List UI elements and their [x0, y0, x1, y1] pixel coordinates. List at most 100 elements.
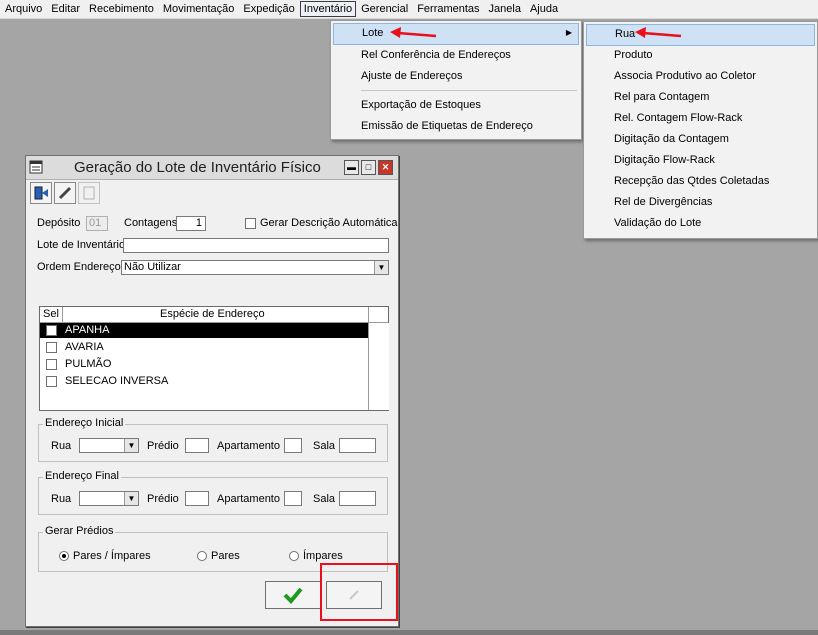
menu-gerencial[interactable]: Gerencial	[357, 1, 412, 17]
grid-row[interactable]: AVARIA	[40, 340, 368, 355]
apartamento-label: Apartamento	[217, 440, 280, 452]
grid-header: Sel Espécie de Endereço	[40, 307, 388, 323]
chevron-down-icon[interactable]: ▼	[124, 492, 138, 505]
minimize-button[interactable]: ▬	[344, 160, 359, 175]
grid-col-especie: Espécie de Endereço	[160, 308, 265, 320]
lote-submenu: Rua Produto Associa Produtivo ao Coletor…	[583, 21, 818, 239]
rua-inicial-select[interactable]: ▼	[79, 438, 139, 453]
submenu-item-rel-contagem[interactable]: Rel para Contagem	[586, 87, 815, 107]
grid-row[interactable]: PULMÃO	[40, 357, 368, 372]
menu-item-lote[interactable]: Lote ▶	[333, 23, 579, 45]
menu-inventario[interactable]: Inventário	[299, 1, 357, 17]
window-title: Geração do Lote de Inventário Físico	[74, 159, 321, 176]
contagens-value: 1	[195, 217, 202, 229]
predio-final-input[interactable]	[185, 491, 209, 506]
menu-editar[interactable]: Editar	[47, 1, 84, 17]
radio-impares[interactable]	[289, 551, 299, 561]
grid-col-divider	[368, 307, 369, 322]
submenu-item-rel-flow-rack[interactable]: Rel. Contagem Flow-Rack	[586, 108, 815, 128]
especie-endereco-grid: Sel Espécie de Endereço APANHA AVARIA PU…	[39, 306, 389, 411]
grid-scrollbar[interactable]	[368, 323, 389, 410]
grid-row[interactable]: APANHA	[40, 323, 368, 338]
rua-label: Rua	[51, 493, 72, 505]
endereco-final-title: Endereço Final	[43, 470, 121, 482]
apartamento-final-input[interactable]	[284, 491, 302, 506]
submenu-item-digitacao-contagem[interactable]: Digitação da Contagem	[586, 129, 815, 149]
gerar-predios-title: Gerar Prédios	[43, 525, 116, 537]
submenu-item-digitacao-flow-rack[interactable]: Digitação Flow-Rack	[586, 150, 815, 170]
ordem-enderecos-value: Não Utilizar	[124, 261, 181, 273]
submenu-arrow-icon: ▶	[565, 28, 572, 37]
deposito-field: 01	[86, 216, 108, 231]
menu-item-lote-label: Lote	[362, 27, 384, 39]
apartamento-inicial-input[interactable]	[284, 438, 302, 453]
sala-final-input[interactable]	[339, 491, 376, 506]
apartamento-label: Apartamento	[217, 493, 280, 505]
ordem-enderecos-select[interactable]: Não Utilizar ▼	[121, 260, 389, 275]
submenu-item-recepcao-qtdes[interactable]: Recepção das Qtdes Coletadas	[586, 171, 815, 191]
predio-label: Prédio	[147, 440, 179, 452]
grid-row-checkbox[interactable]	[46, 342, 57, 353]
new-document-icon[interactable]	[78, 182, 100, 204]
grid-row-label: APANHA	[65, 324, 110, 336]
radio-pares[interactable]	[197, 551, 207, 561]
radio-impares-label: Ímpares	[303, 550, 343, 562]
grid-row-label: AVARIA	[65, 341, 104, 353]
menu-ajuda[interactable]: Ajuda	[526, 1, 562, 17]
eraser-icon[interactable]	[54, 182, 76, 204]
menu-movimentacao[interactable]: Movimentação	[159, 1, 239, 17]
grid-col-divider	[62, 307, 63, 322]
grid-row-checkbox[interactable]	[46, 376, 57, 387]
chevron-down-icon[interactable]: ▼	[374, 261, 388, 274]
grid-row-label: PULMÃO	[65, 358, 112, 370]
rua-final-select[interactable]: ▼	[79, 491, 139, 506]
deposito-label: Depósito	[37, 217, 81, 229]
submenu-item-associa-produtivo[interactable]: Associa Produtivo ao Coletor	[586, 66, 815, 86]
menu-item-exportacao[interactable]: Exportação de Estoques	[333, 95, 579, 115]
contagens-label: Contagens	[124, 217, 178, 229]
lote-inventario-window: Geração do Lote de Inventário Físico ▬ □…	[25, 155, 399, 627]
window-app-icon	[29, 160, 43, 174]
chevron-down-icon[interactable]: ▼	[124, 439, 138, 452]
menu-ferramentas[interactable]: Ferramentas	[413, 1, 483, 17]
lote-inventario-label: Lote de Inventário	[37, 239, 126, 251]
sala-label: Sala	[313, 440, 336, 452]
endereco-final-group: Endereço Final Rua ▼ Prédio Apartamento …	[38, 470, 388, 515]
exit-door-icon[interactable]	[30, 182, 52, 204]
grid-col-sel: Sel	[43, 308, 59, 320]
radio-pares-impares[interactable]	[59, 551, 69, 561]
desktop-bottom-edge	[0, 630, 818, 635]
submenu-item-produto[interactable]: Produto	[586, 45, 815, 65]
contagens-field[interactable]: 1	[176, 216, 206, 231]
window-titlebar[interactable]: Geração do Lote de Inventário Físico ▬ □…	[26, 156, 398, 180]
submenu-item-rua[interactable]: Rua	[586, 24, 815, 46]
annotation-highlight-box	[320, 563, 398, 621]
grid-row-checkbox[interactable]	[46, 359, 57, 370]
gerar-descricao-checkbox[interactable]	[245, 218, 256, 229]
endereco-inicial-title: Endereço Inicial	[43, 417, 126, 429]
radio-pares-impares-label: Pares / Ímpares	[73, 550, 151, 562]
submenu-item-validacao-lote[interactable]: Validação do Lote	[586, 213, 815, 233]
menu-item-rel-conferencia[interactable]: Rel Conferência de Endereços	[333, 45, 579, 65]
menu-recebimento[interactable]: Recebimento	[85, 1, 158, 17]
menu-arquivo[interactable]: Arquivo	[1, 1, 46, 17]
endereco-inicial-group: Endereço Inicial Rua ▼ Prédio Apartament…	[38, 417, 388, 462]
close-button[interactable]: ✕	[378, 160, 393, 175]
menu-item-emissao-etiquetas[interactable]: Emissão de Etiquetas de Endereço	[333, 116, 579, 136]
sala-inicial-input[interactable]	[339, 438, 376, 453]
lote-inventario-input[interactable]	[123, 238, 389, 253]
menu-item-ajuste-enderecos[interactable]: Ajuste de Endereços	[333, 66, 579, 86]
checkmark-icon	[283, 587, 303, 604]
menu-janela[interactable]: Janela	[485, 1, 525, 17]
grid-row[interactable]: SELECAO INVERSA	[40, 374, 368, 389]
predio-inicial-input[interactable]	[185, 438, 209, 453]
confirm-button[interactable]	[265, 581, 321, 609]
predio-label: Prédio	[147, 493, 179, 505]
inventario-menu: Lote ▶ Rel Conferência de Endereços Ajus…	[330, 20, 582, 140]
submenu-item-rel-divergencias[interactable]: Rel de Divergências	[586, 192, 815, 212]
grid-row-checkbox[interactable]	[46, 325, 57, 336]
maximize-button[interactable]: □	[361, 160, 376, 175]
menu-expedicao[interactable]: Expedição	[239, 1, 298, 17]
rua-label: Rua	[51, 440, 72, 452]
window-toolbar	[30, 182, 100, 204]
